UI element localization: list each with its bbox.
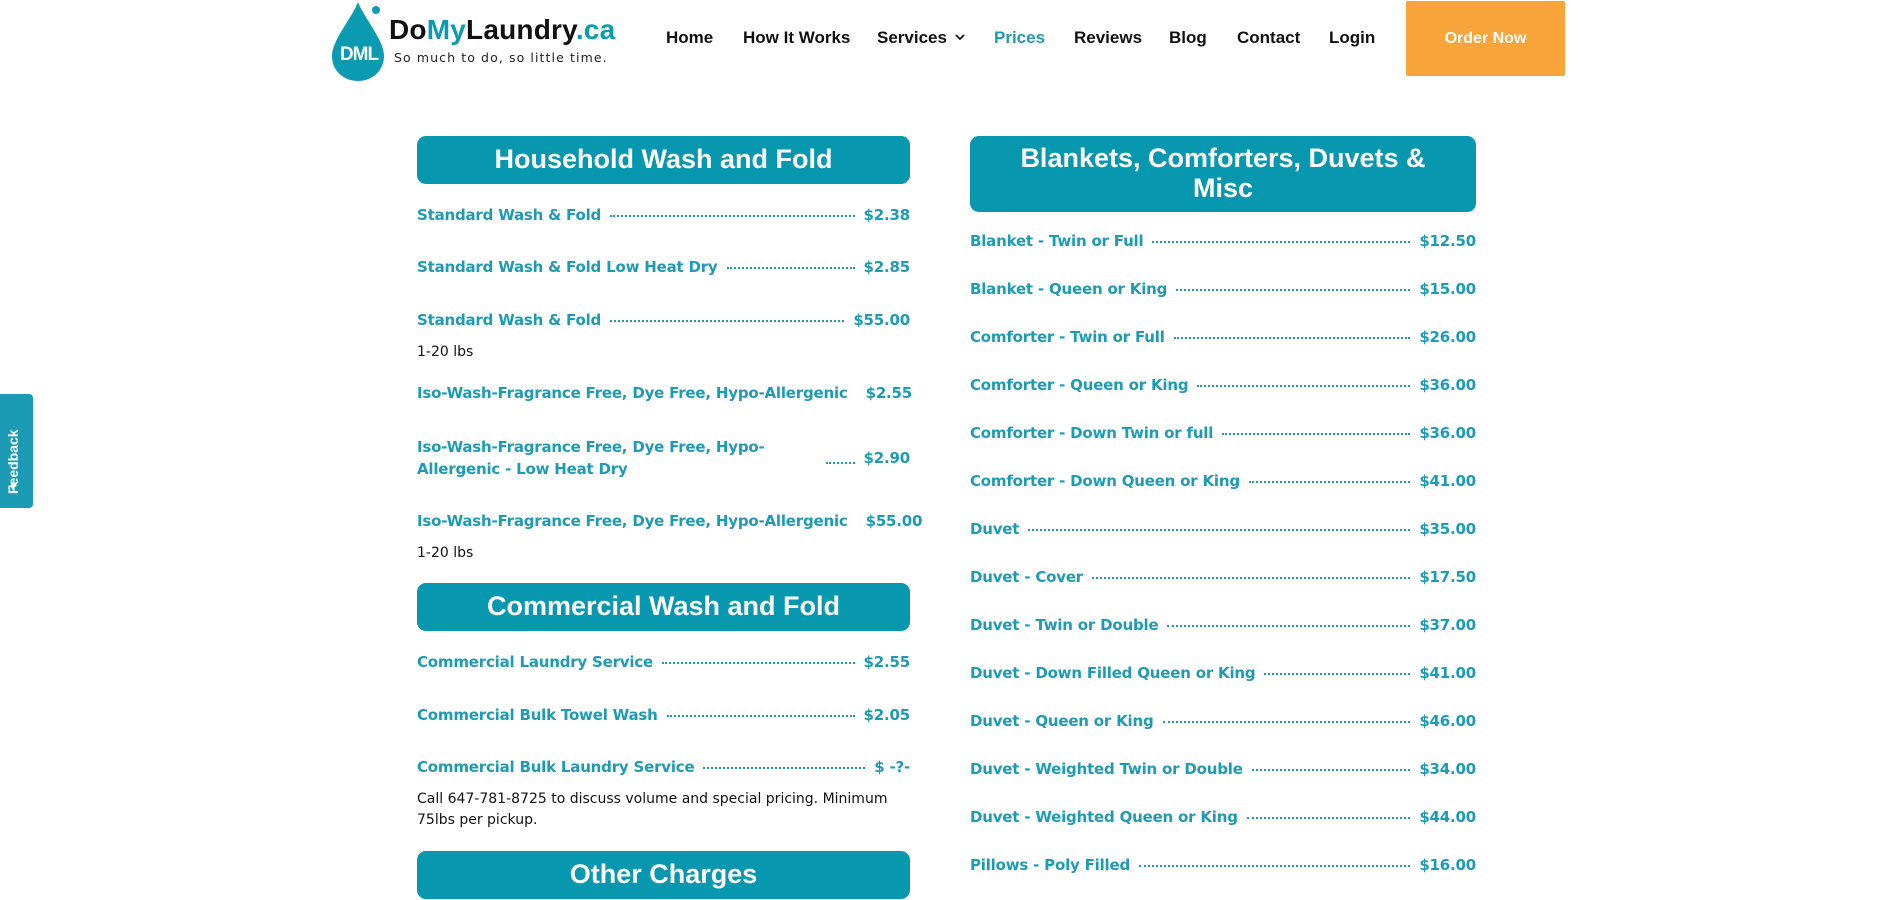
price-note: Call 647-781-8725 to discuss volume and … bbox=[417, 791, 888, 828]
nav-prices[interactable]: Prices bbox=[994, 28, 1045, 48]
price-row: Duvet - Twin or Double $37.00 bbox=[970, 616, 1476, 634]
price-row: Iso-Wash-Fragrance Free, Dye Free, Hypo-… bbox=[417, 384, 913, 402]
price-row: Blanket - Twin or Full $12.50 bbox=[970, 232, 1476, 250]
blankets-heading: Blankets, Comforters, Duvets & Misc bbox=[970, 136, 1476, 212]
price-row: Comforter - Down Queen or King $41.00 bbox=[970, 472, 1476, 490]
price-row: Duvet - Cover $17.50 bbox=[970, 568, 1476, 586]
chevron-down-icon bbox=[955, 34, 965, 41]
price-row: Commercial Bulk Laundry Service $ -?- bbox=[417, 758, 910, 776]
price-note: 1-20 lbs bbox=[417, 344, 474, 360]
commercial-heading: Commercial Wash and Fold bbox=[417, 583, 910, 631]
feedback-tab[interactable]: ✦ Feedback bbox=[0, 394, 33, 508]
nav-reviews[interactable]: Reviews bbox=[1074, 28, 1142, 48]
nav-blog[interactable]: Blog bbox=[1169, 28, 1207, 48]
order-now-button[interactable]: Order Now bbox=[1406, 1, 1565, 76]
price-row: Duvet - Queen or King $46.00 bbox=[970, 712, 1476, 730]
price-row: Duvet - Down Filled Queen or King $41.00 bbox=[970, 664, 1476, 682]
nav-home[interactable]: Home bbox=[666, 28, 713, 48]
price-note: 1-20 lbs bbox=[417, 545, 474, 561]
site-logo[interactable]: DML DoMyLaundry.ca So much to do, so lit… bbox=[330, 0, 620, 82]
price-row: Standard Wash & Fold $55.00 bbox=[417, 311, 910, 329]
price-row: Iso-Wash-Fragrance Free, Dye Free, Hypo-… bbox=[417, 438, 910, 478]
nav-how-it-works[interactable]: How It Works bbox=[743, 28, 850, 48]
price-row: Comforter - Queen or King $36.00 bbox=[970, 376, 1476, 394]
price-row: Comforter - Twin or Full $26.00 bbox=[970, 328, 1476, 346]
household-heading: Household Wash and Fold bbox=[417, 136, 910, 184]
price-row: Commercial Laundry Service $2.55 bbox=[417, 653, 910, 671]
price-row: Blanket - Queen or King $15.00 bbox=[970, 280, 1476, 298]
logo-monogram: DML bbox=[339, 44, 379, 65]
price-row: Standard Wash & Fold Low Heat Dry $2.85 bbox=[417, 258, 910, 276]
nav-contact[interactable]: Contact bbox=[1237, 28, 1300, 48]
feedback-label: Feedback bbox=[5, 429, 21, 494]
logo-wordmark: DoMyLaundry.ca bbox=[389, 14, 616, 45]
price-row: Iso-Wash-Fragrance Free, Dye Free, Hypo-… bbox=[417, 512, 923, 530]
price-row: Duvet - Weighted Queen or King $44.00 bbox=[970, 808, 1476, 826]
nav-services-label: Services bbox=[877, 28, 947, 47]
price-row: Commercial Bulk Towel Wash $2.05 bbox=[417, 706, 910, 724]
other-charges-heading: Other Charges bbox=[417, 851, 910, 899]
logo-tagline: So much to do, so little time. bbox=[394, 50, 608, 65]
nav-login[interactable]: Login bbox=[1329, 28, 1375, 48]
price-row: Comforter - Down Twin or full $36.00 bbox=[970, 424, 1476, 442]
water-drop-icon bbox=[332, 2, 384, 81]
price-row: Pillows - Poly Filled $16.00 bbox=[970, 856, 1476, 874]
price-row: Duvet - Weighted Twin or Double $34.00 bbox=[970, 760, 1476, 778]
price-row: Duvet $35.00 bbox=[970, 520, 1476, 538]
price-row: Standard Wash & Fold $2.38 bbox=[417, 206, 910, 224]
nav-services[interactable]: Services bbox=[877, 28, 965, 48]
